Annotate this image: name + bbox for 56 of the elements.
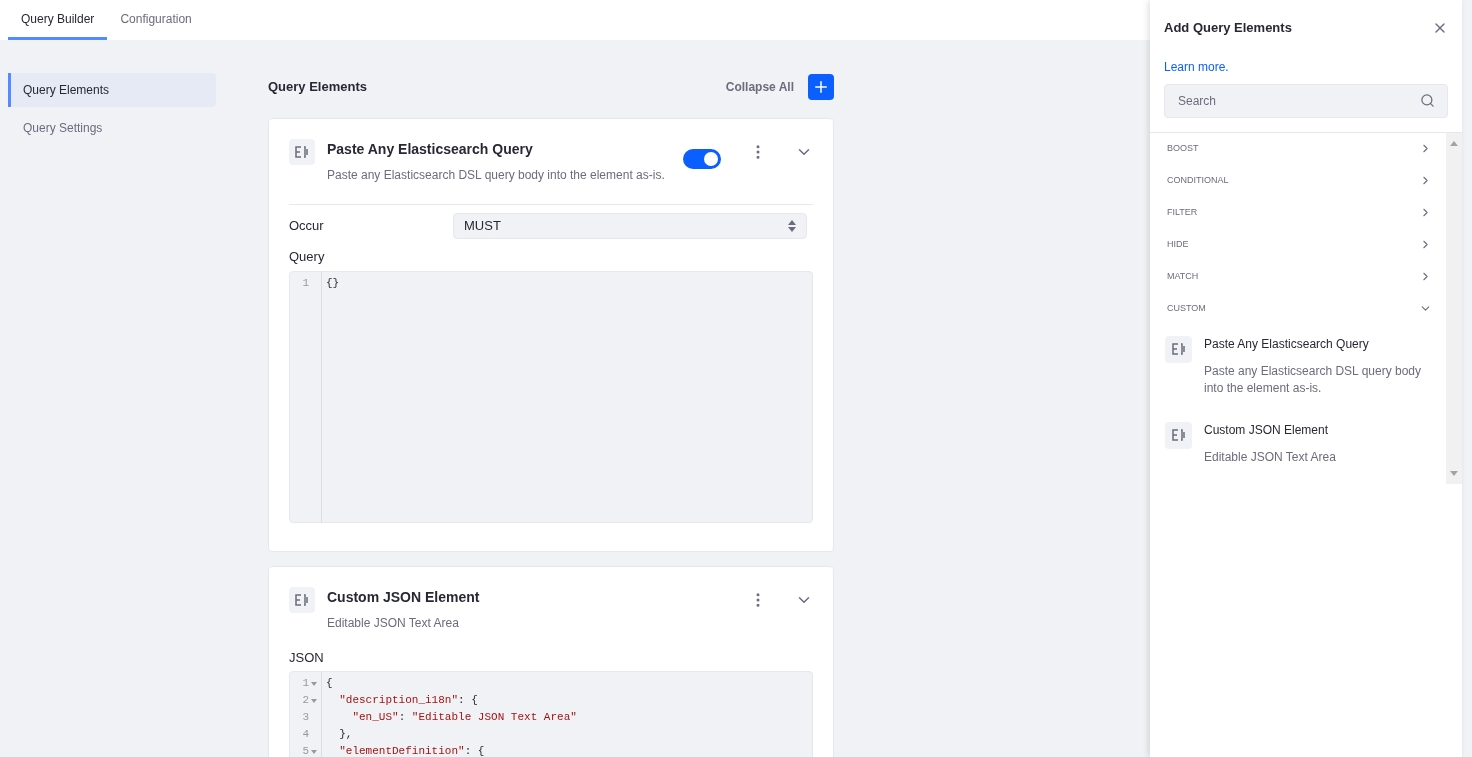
line-number: 4 [302,727,309,742]
tab[interactable]: Configuration [107,0,205,40]
search-field[interactable]: Search [1164,83,1448,118]
sort-icon [788,220,796,232]
category-item[interactable]: FILTER [1150,196,1446,229]
element-icon [1165,421,1192,449]
add-button[interactable] [808,74,834,100]
scrollbar[interactable] [1446,132,1462,484]
fold-caret-icon[interactable] [311,749,317,754]
occur-select[interactable]: MUST [453,213,807,239]
code-editor[interactable]: 1 2 3 4 5 { "description_i18n": { "en_US": "Editable JSON Text Area" }, "elementDefinition": { [289,671,813,757]
element-title: Paste Any Elasticsearch Query [1204,335,1370,353]
element-icon [289,586,315,613]
category-item[interactable]: HIDE [1150,228,1446,261]
element-description: Editable JSON Text Area [1204,448,1336,466]
category-item[interactable]: CUSTOM [1150,292,1446,325]
code-editor[interactable]: 1 {} [289,270,813,523]
element-list-item[interactable]: Custom JSON Element Editable JSON Text Area [1150,410,1446,480]
field-label: Occur [289,217,325,236]
toggle-switch[interactable] [683,149,721,169]
line-number: 1 [302,275,309,291]
code-line: { [326,677,333,689]
code-line: "elementDefinition": { [338,745,485,757]
search-icon [1420,92,1435,108]
field-label: Query [289,248,326,266]
element-description: Paste any Elasticsearch DSL query body into the element as-is. [1204,362,1422,397]
panel-title: Add Query Elements [1164,19,1292,37]
plus-icon [812,78,830,96]
line-number: 3 [302,710,309,725]
tab[interactable]: Query Builder [8,0,108,40]
category-item[interactable]: MATCH [1150,260,1446,293]
element-description: Editable JSON Text Area [327,614,460,632]
code-line: }, [338,728,353,740]
code-line: "en_US": "Editable JSON Text Area" [351,711,577,723]
category-item[interactable]: CONDITIONAL [1150,164,1446,197]
element-icon [1165,335,1192,363]
element-title: Custom JSON Element [1204,421,1330,439]
element-title: Custom JSON Element [327,587,481,607]
collapse-all-button[interactable]: Collapse All [725,78,794,96]
sidebar-item[interactable]: Query Elements [8,73,216,107]
element-description: Paste any Elasticsearch DSL query body into the element as-is. [327,167,666,184]
field-label: JSON [289,648,325,667]
section-title: Query Elements [268,78,368,97]
fold-caret-icon[interactable] [311,681,317,686]
sidebar-item[interactable]: Query Settings [8,111,216,145]
line-number: 2 [302,693,309,708]
line-number: 5 [302,744,309,757]
category-item[interactable]: BOOST [1150,132,1446,165]
element-icon [289,139,315,165]
line-number: 1 [302,676,309,691]
element-title: Paste Any Elasticsearch Query [327,140,534,159]
fold-caret-icon[interactable] [311,698,317,703]
element-list-item[interactable]: Paste Any Elasticsearch Query Paste any Elasticsearch DSL query body into the element as-is. [1150,324,1446,411]
code-line: "description_i18n": { [338,694,478,706]
code-line: {} [326,276,340,289]
learn-more-link[interactable]: Learn more. [1164,57,1229,76]
